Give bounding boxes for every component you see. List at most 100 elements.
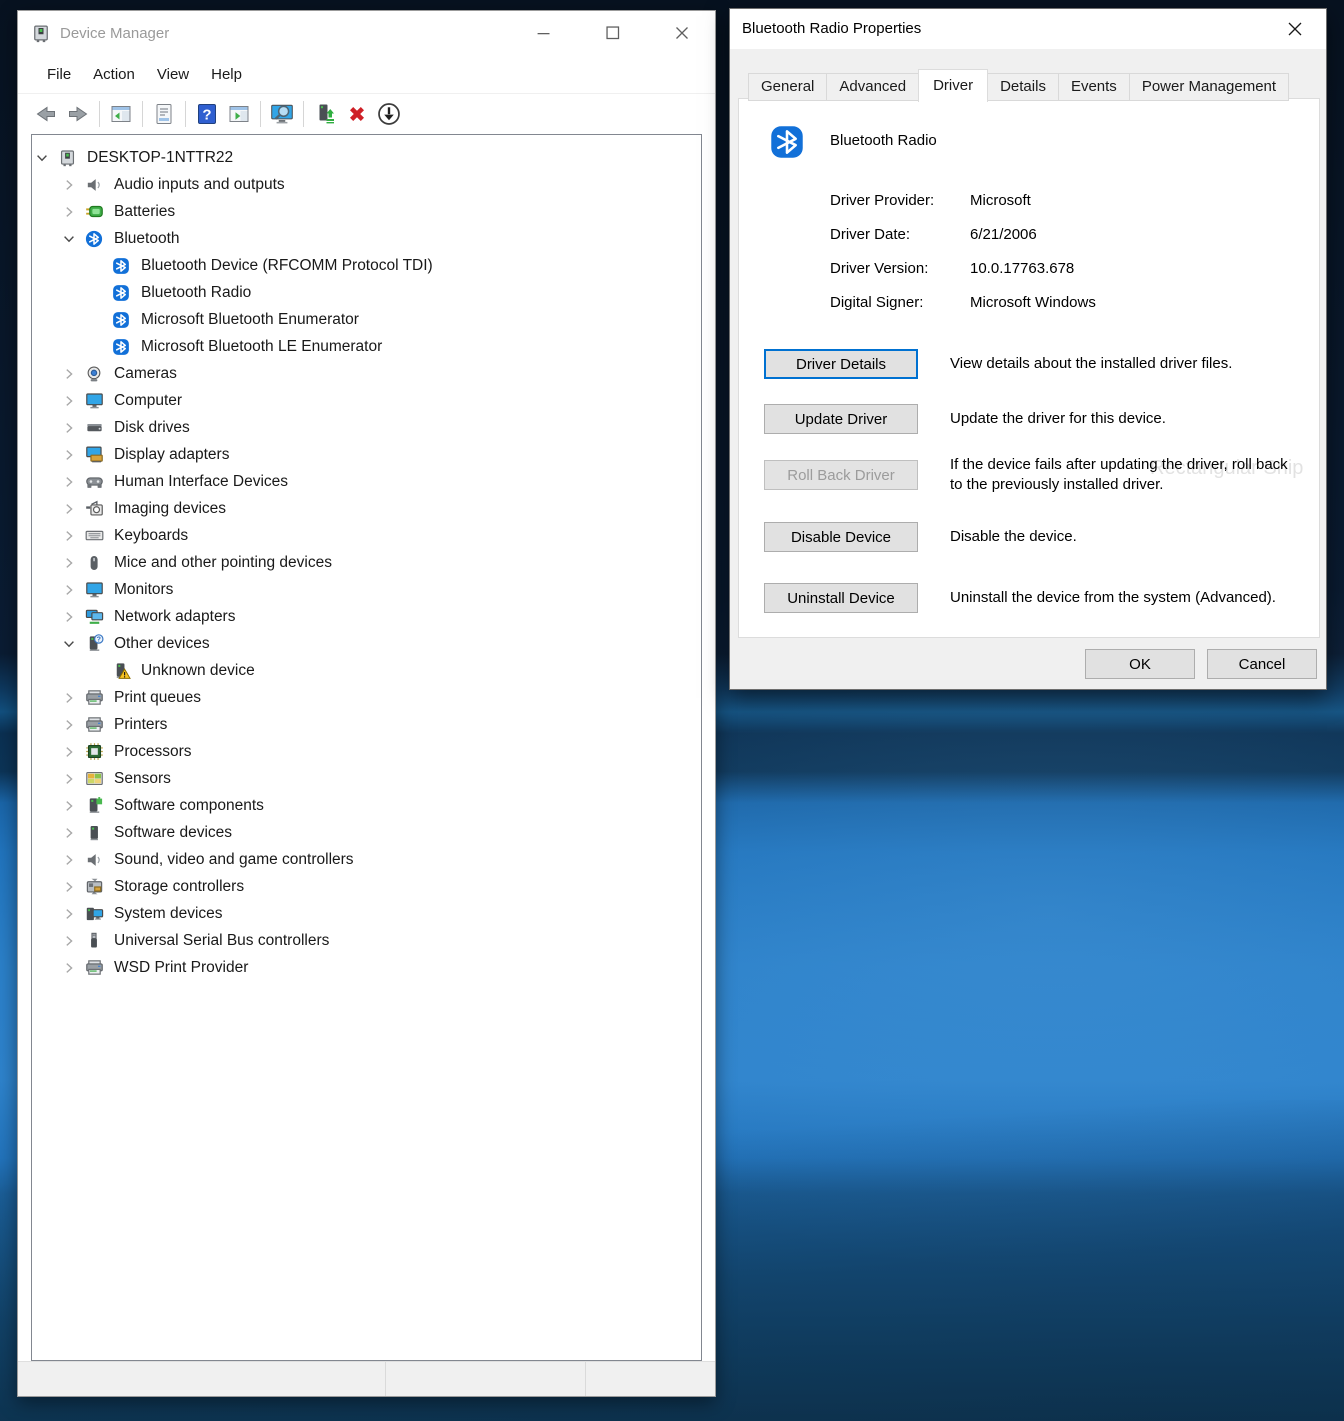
tree-item-mice-and-other-pointing-devices[interactable]: Mice and other pointing devices [32, 549, 701, 576]
minimize-button[interactable] [520, 11, 567, 55]
chevron-collapsed-icon[interactable] [61, 609, 77, 625]
update-driver-button[interactable] [309, 99, 341, 129]
maximize-button[interactable] [589, 11, 636, 55]
chevron-collapsed-icon[interactable] [61, 717, 77, 733]
close-button[interactable] [1272, 9, 1318, 49]
tree-item-printers[interactable]: Printers [32, 711, 701, 738]
tree-item-audio-inputs-and-outputs[interactable]: Audio inputs and outputs [32, 171, 701, 198]
chevron-expanded-icon[interactable] [61, 231, 77, 247]
chevron-collapsed-icon[interactable] [61, 933, 77, 949]
chevron-collapsed-icon[interactable] [61, 879, 77, 895]
tree-item-computer[interactable]: Computer [32, 387, 701, 414]
uninstall-device-button[interactable]: Uninstall Device [764, 583, 918, 613]
tree-item-bluetooth[interactable]: Bluetooth [32, 225, 701, 252]
tree-item-label: DESKTOP-1NTTR22 [87, 148, 234, 166]
chevron-collapsed-icon[interactable] [61, 825, 77, 841]
menu-action[interactable]: Action [82, 58, 146, 91]
menu-help[interactable]: Help [200, 58, 253, 91]
action-description: If the device fails after updating the d… [950, 456, 1288, 493]
uninstall-device-button[interactable] [341, 99, 373, 129]
chevron-collapsed-icon[interactable] [61, 582, 77, 598]
tree-item-unknown-device[interactable]: Unknown device [32, 657, 701, 684]
tab-details[interactable]: Details [987, 73, 1059, 101]
tree-item-microsoft-bluetooth-le-enumerator[interactable]: Microsoft Bluetooth LE Enumerator [32, 333, 701, 360]
tree-item-software-components[interactable]: Software components [32, 792, 701, 819]
tree-item-label: Network adapters [114, 607, 236, 625]
tree-item-monitors[interactable]: Monitors [32, 576, 701, 603]
tree-item-disk-drives[interactable]: Disk drives [32, 414, 701, 441]
disable-device-button[interactable]: Disable Device [764, 522, 918, 552]
chevron-collapsed-icon[interactable] [61, 528, 77, 544]
tab-general[interactable]: General [748, 73, 828, 101]
system-device-icon [85, 905, 105, 923]
help-button[interactable]: ? [191, 99, 223, 129]
toolbar-separator [142, 101, 143, 127]
chevron-collapsed-icon[interactable] [61, 852, 77, 868]
tree-item-display-adapters[interactable]: Display adapters [32, 441, 701, 468]
tree-item-keyboards[interactable]: Keyboards [32, 522, 701, 549]
back-button[interactable] [30, 99, 62, 129]
chevron-collapsed-icon[interactable] [61, 420, 77, 436]
menu-file[interactable]: File [36, 58, 82, 91]
chevron-expanded-icon[interactable] [61, 636, 77, 652]
properties-button[interactable] [148, 99, 180, 129]
software-device-icon [85, 824, 105, 842]
chevron-collapsed-icon[interactable] [61, 771, 77, 787]
chevron-collapsed-icon[interactable] [61, 744, 77, 760]
chevron-collapsed-icon[interactable] [61, 555, 77, 571]
chevron-collapsed-icon[interactable] [61, 474, 77, 490]
chevron-expanded-icon[interactable] [34, 150, 50, 166]
tree-item-batteries[interactable]: Batteries [32, 198, 701, 225]
chevron-collapsed-icon[interactable] [61, 960, 77, 976]
update-driver-button[interactable]: Update Driver [764, 404, 918, 434]
tree-item-desktop-1nttr22[interactable]: DESKTOP-1NTTR22 [32, 144, 701, 171]
tree-item-label: Bluetooth Radio [141, 283, 252, 301]
chevron-collapsed-icon[interactable] [61, 177, 77, 193]
processor-icon [85, 743, 105, 761]
chevron-collapsed-icon[interactable] [61, 204, 77, 220]
tree-item-label: Cameras [114, 364, 177, 382]
driver-details-button[interactable]: Driver Details [764, 349, 918, 379]
chevron-collapsed-icon[interactable] [61, 906, 77, 922]
uninstall-device-icon [345, 102, 369, 126]
chevron-collapsed-icon[interactable] [61, 393, 77, 409]
tree-item-processors[interactable]: Processors [32, 738, 701, 765]
device-manager-window: Device Manager File Action View Help ? DESK… [17, 10, 716, 1397]
menu-view[interactable]: View [146, 58, 200, 91]
disable-device-button[interactable] [373, 99, 405, 129]
tree-item-microsoft-bluetooth-enumerator[interactable]: Microsoft Bluetooth Enumerator [32, 306, 701, 333]
chevron-collapsed-icon[interactable] [61, 366, 77, 382]
tree-item-other-devices[interactable]: ? Other devices [32, 630, 701, 657]
show-console-tree-button[interactable] [105, 99, 137, 129]
tab-events[interactable]: Events [1057, 73, 1130, 101]
tree-item-network-adapters[interactable]: Network adapters [32, 603, 701, 630]
tree-item-bluetooth-device-rfcomm-protocol-tdi[interactable]: Bluetooth Device (RFCOMM Protocol TDI) [32, 252, 701, 279]
forward-button[interactable] [62, 99, 94, 129]
show-action-pane-button[interactable] [223, 99, 255, 129]
tree-item-cameras[interactable]: Cameras [32, 360, 701, 387]
scan-for-hardware-changes-button[interactable] [266, 99, 298, 129]
close-button[interactable] [658, 11, 705, 55]
tree-item-sensors[interactable]: Sensors [32, 765, 701, 792]
tree-item-imaging-devices[interactable]: Imaging devices [32, 495, 701, 522]
cancel-button[interactable]: Cancel [1207, 649, 1317, 679]
tree-item-label: Bluetooth [114, 229, 180, 247]
tree-item-universal-serial-bus-controllers[interactable]: Universal Serial Bus controllers [32, 927, 701, 954]
tree-item-bluetooth-radio[interactable]: Bluetooth Radio [32, 279, 701, 306]
tree-item-system-devices[interactable]: System devices [32, 900, 701, 927]
tree-item-software-devices[interactable]: Software devices [32, 819, 701, 846]
tree-item-print-queues[interactable]: Print queues [32, 684, 701, 711]
tab-driver[interactable]: Driver [918, 69, 989, 102]
chevron-collapsed-icon[interactable] [61, 690, 77, 706]
tree-item-human-interface-devices[interactable]: Human Interface Devices [32, 468, 701, 495]
ok-button[interactable]: OK [1085, 649, 1195, 679]
chevron-collapsed-icon[interactable] [61, 798, 77, 814]
tree-item-storage-controllers[interactable]: Storage controllers [32, 873, 701, 900]
tree-item-sound-video-and-game-controllers[interactable]: Sound, video and game controllers [32, 846, 701, 873]
chevron-collapsed-icon[interactable] [61, 501, 77, 517]
field-label-driver-date: Driver Date: [830, 226, 911, 243]
tab-advanced[interactable]: Advanced [826, 73, 920, 101]
chevron-collapsed-icon[interactable] [61, 447, 77, 463]
tree-item-wsd-print-provider[interactable]: WSD Print Provider [32, 954, 701, 981]
tab-power-management[interactable]: Power Management [1128, 73, 1290, 101]
